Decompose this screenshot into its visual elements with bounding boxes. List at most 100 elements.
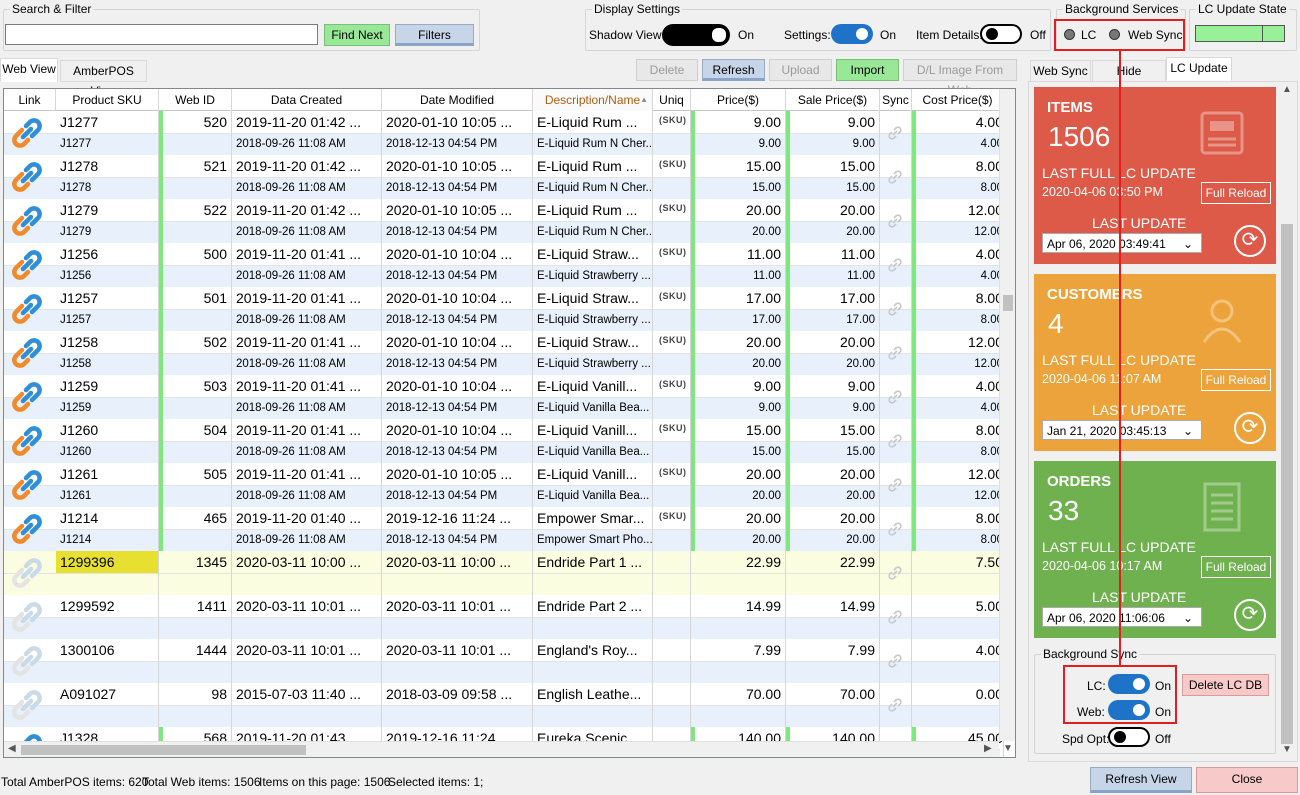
filters-button[interactable]: Filters [395,24,474,46]
cell-modified[interactable]: 2020-01-10 10:05 ... [382,111,533,133]
sync-link-icon[interactable] [887,301,903,317]
cell-modified[interactable]: 2020-01-10 10:04 ... [382,375,533,397]
cell-description[interactable]: E-Liquid Straw... [533,331,653,353]
cell-web-id[interactable]: 1444 [159,639,232,661]
cell-cost-price[interactable]: 5.00 [912,595,1004,617]
cell-sale-price[interactable]: 22.99 [786,551,880,573]
grid-vscrollbar[interactable] [999,89,1015,741]
refresh-sync-icon[interactable]: ⟳ [1234,599,1266,631]
cell-modified[interactable]: 2020-03-11 10:01 ... [382,595,533,617]
link-icon[interactable] [10,249,44,281]
cell-cost-price[interactable]: 12.00 [912,199,1004,221]
link-icon[interactable] [10,381,44,413]
cell-created[interactable]: 2020-03-11 10:01 ... [232,639,382,661]
cell-sale-price[interactable]: 20.00 [786,463,880,485]
cell-web-id[interactable]: 520 [159,111,232,133]
col-sale-price[interactable]: Sale Price($) [786,89,880,111]
table-row[interactable]: J1258 502 2019-11-20 01:41 ... 2020-01-10 1… [4,331,1004,375]
cell-cost-price[interactable]: 7.50 [912,551,1004,573]
cell-price[interactable]: 14.99 [691,595,786,617]
col-price[interactable]: Price($) [691,89,786,111]
cell-web-id[interactable]: 500 [159,243,232,265]
cell-web-id[interactable]: 504 [159,419,232,441]
full-reload-button[interactable]: Full Reload [1201,369,1271,391]
sync-link-icon[interactable] [887,125,903,141]
cell-web-id[interactable]: 501 [159,287,232,309]
cell-modified[interactable]: 2020-01-10 10:05 ... [382,155,533,177]
cell-created[interactable]: 2019-11-20 01:41 ... [232,463,382,485]
col-date-modified[interactable]: Date Modified [382,89,533,111]
cell-web-id[interactable]: 503 [159,375,232,397]
cell-web-id[interactable]: 521 [159,155,232,177]
grid-hscrollbar[interactable]: ◀ ▶ [4,741,999,757]
link-icon[interactable] [10,117,44,149]
chevron-down-icon[interactable]: ⌄ [1183,421,1193,441]
link-icon[interactable] [10,293,44,325]
cell-description[interactable]: E-Liquid Rum ... [533,199,653,221]
cell-sale-price[interactable]: 20.00 [786,199,880,221]
link-icon[interactable] [10,469,44,501]
grid-hscroll-thumb[interactable] [21,745,306,755]
cell-modified[interactable]: 2020-01-10 10:04 ... [382,243,533,265]
cell-sku[interactable]: 1299396 [56,551,159,573]
cell-sale-price[interactable]: 70.00 [786,683,880,705]
cell-uniq[interactable] [653,551,691,595]
panel-scroll-thumb[interactable] [1281,224,1293,744]
cell-price[interactable]: 15.00 [691,155,786,177]
table-row[interactable]: J1279 522 2019-11-20 01:42 ... 2020-01-10 1… [4,199,1004,243]
cell-description[interactable]: E-Liquid Straw... [533,287,653,309]
cell-price[interactable]: 20.00 [691,331,786,353]
table-row[interactable]: J1214 465 2019-11-20 01:40 ... 2019-12-16 1… [4,507,1004,551]
chevron-down-icon[interactable]: ⌄ [1183,234,1193,254]
table-row[interactable]: 1300106 1444 2020-03-11 10:01 ... 2020-03-1… [4,639,1004,683]
scroll-left-icon[interactable]: ◀ [8,743,16,754]
cell-sale-price[interactable]: 15.00 [786,419,880,441]
panel-scroll-down-icon[interactable]: ▼ [1282,744,1292,755]
cell-sku[interactable]: J1258 [56,331,159,353]
cell-sale-price[interactable]: 9.00 [786,375,880,397]
table-row[interactable]: J1260 504 2019-11-20 01:41 ... 2020-01-10 1… [4,419,1004,463]
cell-price[interactable]: 15.00 [691,419,786,441]
cell-web-id[interactable]: 1345 [159,551,232,573]
cell-web-id[interactable]: 502 [159,331,232,353]
cell-sale-price[interactable]: 15.00 [786,155,880,177]
cell-created[interactable]: 2019-11-20 01:41 ... [232,419,382,441]
cell-modified[interactable]: 2020-03-11 10:01 ... [382,639,533,661]
link-icon[interactable] [10,425,44,457]
cell-sale-price[interactable]: 9.00 [786,111,880,133]
link-icon[interactable] [10,337,44,369]
sync-link-icon[interactable] [887,609,903,625]
cell-price[interactable]: 70.00 [691,683,786,705]
table-row[interactable]: J1256 500 2019-11-20 01:41 ... 2020-01-10 1… [4,243,1004,287]
search-input[interactable] [5,24,318,45]
link-icon[interactable] [10,161,44,193]
cell-created[interactable]: 2015-07-03 11:40 ... [232,683,382,705]
refresh-view-button[interactable]: Refresh View [1090,767,1192,793]
col-web-id[interactable]: Web ID [159,89,232,111]
cell-modified[interactable]: 2020-01-10 10:04 ... [382,287,533,309]
cell-web-id[interactable]: 505 [159,463,232,485]
cell-modified[interactable]: 2019-12-16 11:24 ... [382,507,533,529]
col-description[interactable]: Description/Name ▲ [533,89,653,111]
cell-sale-price[interactable]: 20.00 [786,331,880,353]
cell-cost-price[interactable]: 0.00 [912,683,1004,705]
table-row[interactable]: J1278 521 2019-11-20 01:42 ... 2020-01-10 1… [4,155,1004,199]
bg-sync-lc-toggle[interactable] [1108,674,1150,694]
upload-button[interactable]: Upload [769,59,832,81]
cell-created[interactable]: 2019-11-20 01:41 ... [232,331,382,353]
sync-link-icon[interactable] [887,213,903,229]
cell-cost-price[interactable]: 8.00 [912,419,1004,441]
cell-sku[interactable]: J1279 [56,199,159,221]
cell-description[interactable]: English Leathe... [533,683,653,705]
tab-lc-update[interactable]: LC Update [1166,57,1232,81]
cell-created[interactable]: 2019-11-20 01:42 ... [232,111,382,133]
cell-sku[interactable]: 1299592 [56,595,159,617]
col-sync[interactable]: Sync [880,89,912,111]
table-row[interactable]: 1299592 1411 2020-03-11 10:01 ... 2020-03-1… [4,595,1004,639]
cell-price[interactable]: 9.00 [691,111,786,133]
table-row[interactable]: J1259 503 2019-11-20 01:41 ... 2020-01-10 1… [4,375,1004,419]
table-row[interactable]: 1299396 1345 2020-03-11 10:00 ... 2020-03-1… [4,551,1004,595]
cell-sku[interactable]: J1256 [56,243,159,265]
dl-image-button[interactable]: D/L Image From Web [903,59,1017,97]
cell-modified[interactable]: 2020-01-10 10:05 ... [382,463,533,485]
